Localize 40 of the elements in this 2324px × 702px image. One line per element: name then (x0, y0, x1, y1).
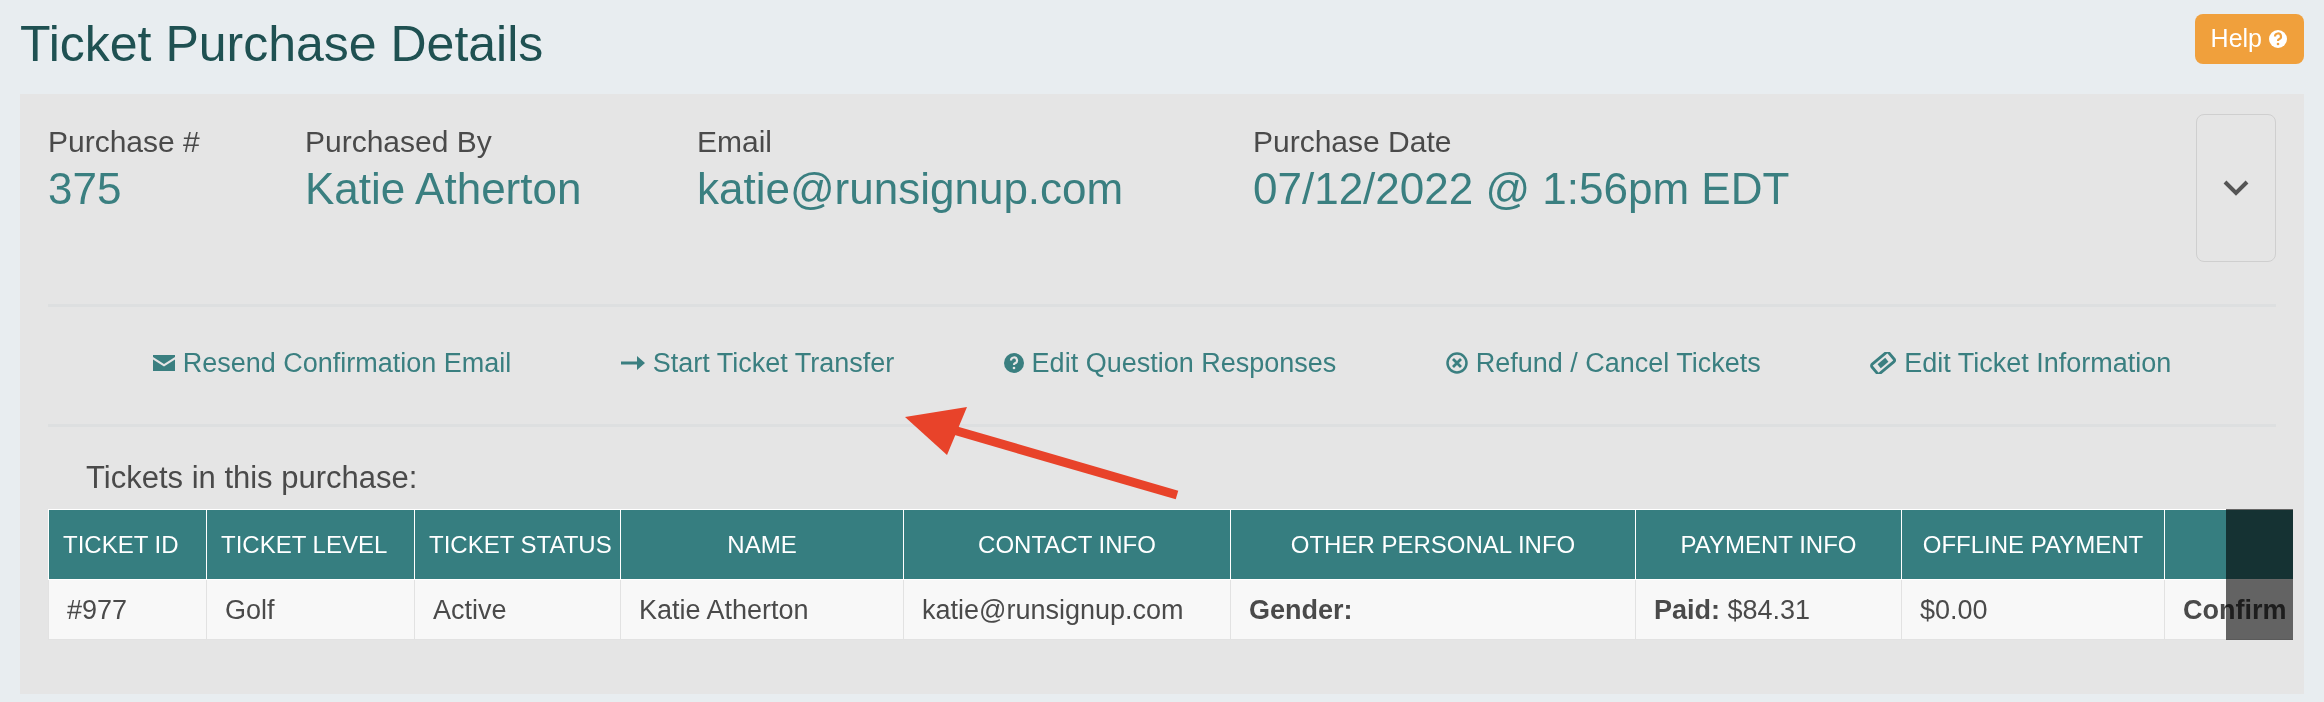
envelope-icon (152, 355, 175, 372)
table-cell: $0.00 (1901, 579, 2165, 640)
field-value: Katie Atherton (305, 163, 583, 215)
field-value: 375 (48, 163, 123, 215)
field-label: Email (697, 124, 773, 160)
table-cell: #977 (48, 579, 207, 640)
chevron-icon (2222, 179, 2250, 197)
column-header: CONTACT INFO (903, 509, 1231, 580)
field-value: 07/12/2022 @ 1:56pm EDT (1253, 163, 1791, 215)
help-button[interactable]: Help (2194, 14, 2304, 64)
expand-toggle-button[interactable] (2196, 114, 2276, 262)
action-link[interactable]: Start Ticket Transfer (620, 343, 895, 384)
ticket-icon (1870, 352, 1897, 375)
action-link[interactable]: Refund / Cancel Tickets (1445, 343, 1761, 384)
table-cell: katie@runsignup.com (903, 579, 1231, 640)
action-link[interactable]: Edit Question Responses (1003, 343, 1337, 384)
table-cell: Katie Atherton (620, 579, 904, 640)
field-label: Purchase # (48, 124, 201, 160)
column-header: TICKET STATUS (414, 509, 621, 580)
column-header: TICKET LEVEL (206, 509, 415, 580)
action-link[interactable]: Edit Ticket Information (1870, 343, 2172, 384)
close-circle-icon (1445, 352, 1468, 375)
section-heading: Tickets in this purchase: (86, 458, 419, 497)
column-header: OTHER PERSONAL INFO (1230, 509, 1636, 580)
column-header: TICKET ID (48, 509, 207, 580)
arrow-right-icon (620, 354, 645, 373)
action-link[interactable]: Resend Confirmation Email (152, 343, 512, 384)
table-cell: Gender: (1230, 579, 1636, 640)
table-cell: Golf (206, 579, 415, 640)
field-label: Purchased By (305, 124, 493, 160)
column-header: OFFLINE PAYMENT (1901, 509, 2165, 580)
help-icon (2268, 28, 2288, 49)
column-header: NAME (620, 509, 904, 580)
table-cell: Paid: $84.31 (1635, 579, 1902, 640)
field-label: Purchase Date (1253, 124, 1453, 160)
help-icon (1003, 353, 1024, 374)
column-header: PAYMENT INFO (1635, 509, 1902, 580)
field-value: katie@runsignup.com (697, 163, 1125, 215)
table-cell: Active (414, 579, 621, 640)
page-title: Ticket Purchase Details (20, 15, 544, 74)
